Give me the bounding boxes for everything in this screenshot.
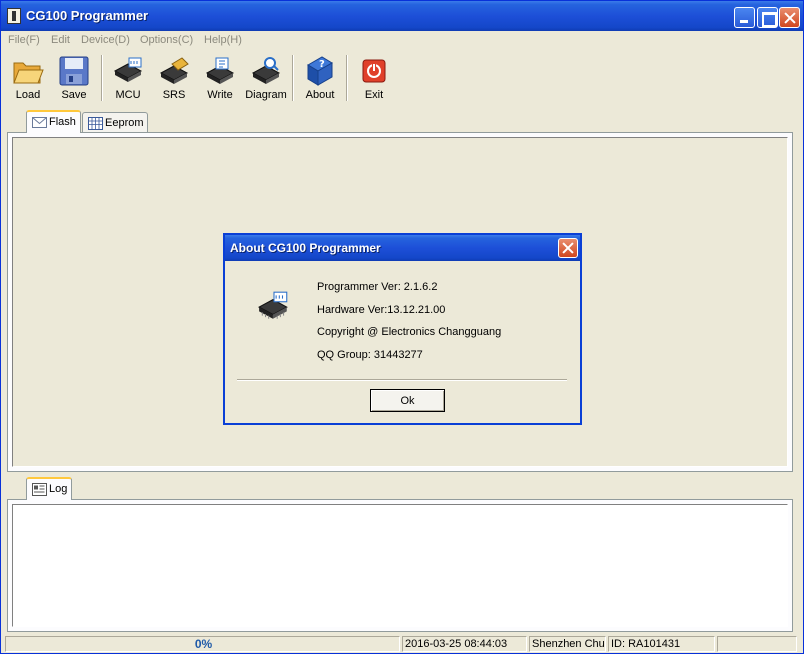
chip-icon (258, 291, 288, 319)
close-button[interactable] (779, 7, 800, 28)
copyright-text: Copyright @ Electronics Changguang (317, 326, 502, 338)
tab-eeprom-label: Eeprom (105, 117, 144, 129)
about-label: About (305, 89, 335, 101)
save-label: Save (61, 89, 87, 101)
folder-open-icon (13, 62, 44, 84)
menu-help[interactable]: Help(H) (204, 34, 242, 46)
programmer-version: Programmer Ver: 2.1.6.2 (317, 281, 438, 293)
dialog-separator (237, 379, 567, 381)
main-window: CG100 Programmer File(F) Edit Device(D) … (0, 0, 804, 654)
diagram-label: Diagram (245, 89, 287, 101)
status-datetime: 2016-03-25 08:44:03 (402, 636, 527, 652)
maximize-button[interactable] (757, 7, 778, 28)
minimize-button[interactable] (734, 7, 755, 28)
diagram-button[interactable]: Diagram (243, 53, 289, 103)
status-id: ID: RA101431 (608, 636, 715, 652)
write-chip-icon (205, 57, 235, 84)
floppy-disk-icon (59, 56, 89, 86)
toolbar-separator (101, 55, 103, 101)
load-button[interactable]: Load (5, 53, 51, 103)
grid-icon (88, 117, 103, 130)
status-empty-cell (717, 636, 797, 652)
tab-flash[interactable]: Flash (26, 110, 81, 133)
toolbar: Load Save MCU SRS Write Diagram ? About … (1, 51, 803, 105)
hardware-version: Hardware Ver:13.12.21.00 (317, 304, 446, 316)
envelope-icon (32, 117, 47, 128)
title-bar[interactable]: CG100 Programmer (1, 1, 803, 31)
svg-text:?: ? (319, 59, 325, 70)
exit-button[interactable]: Exit (351, 53, 397, 103)
about-dialog: About CG100 Programmer Programmer Ver: 2… (223, 233, 582, 425)
dialog-title: About CG100 Programmer (230, 241, 381, 255)
log-panel (7, 499, 793, 632)
mcu-button[interactable]: MCU (105, 53, 151, 103)
load-label: Load (15, 89, 41, 101)
window-title: CG100 Programmer (26, 8, 149, 23)
about-button[interactable]: ? About (297, 53, 343, 103)
qq-group-text: QQ Group: 31443277 (317, 349, 423, 361)
app-icon (7, 8, 21, 24)
toolbar-separator (346, 55, 348, 101)
status-company: Shenzhen Chua (529, 636, 606, 652)
mcu-chip-icon (113, 57, 143, 82)
log-output[interactable] (12, 504, 788, 627)
write-button[interactable]: Write (197, 53, 243, 103)
tab-log[interactable]: Log (26, 477, 72, 500)
progress-bar: 0% (5, 636, 400, 652)
tab-log-label: Log (49, 483, 68, 495)
menu-file[interactable]: File(F) (8, 34, 40, 46)
mcu-label: MCU (115, 89, 141, 101)
exit-label: Exit (364, 89, 384, 101)
menu-bar: File(F) Edit Device(D) Options(C) Help(H… (1, 31, 803, 50)
dialog-close-button[interactable] (558, 238, 578, 258)
log-icon (32, 483, 47, 496)
tab-flash-label: Flash (49, 116, 76, 128)
srs-button[interactable]: SRS (151, 53, 197, 103)
menu-device[interactable]: Device(D) (81, 34, 130, 46)
toolbar-separator (292, 55, 294, 101)
menu-edit[interactable]: Edit (51, 34, 70, 46)
diagram-chip-icon (251, 57, 281, 84)
tab-eeprom[interactable]: Eeprom (82, 112, 148, 133)
menu-options[interactable]: Options(C) (140, 34, 193, 46)
srs-label: SRS (162, 89, 186, 101)
dialog-title-bar[interactable]: About CG100 Programmer (225, 235, 580, 261)
srs-chip-icon (159, 57, 189, 84)
progress-text: 0% (194, 637, 213, 651)
write-label: Write (207, 89, 233, 101)
power-icon (362, 59, 386, 83)
save-button[interactable]: Save (51, 53, 97, 103)
ok-button[interactable]: Ok (370, 389, 445, 412)
help-book-icon: ? (307, 56, 333, 86)
